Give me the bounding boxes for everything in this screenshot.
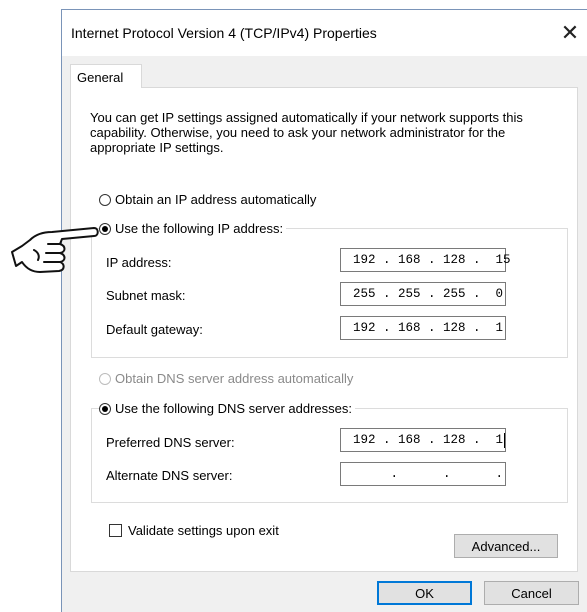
radio-disabled-icon — [99, 372, 111, 385]
use-following-ip-radio[interactable]: Use the following IP address: — [99, 221, 287, 236]
preferred-dns-label: Preferred DNS server: — [106, 435, 235, 450]
general-tab-panel: You can get IP settings assigned automat… — [70, 87, 578, 572]
preferred-dns-input[interactable]: 192 . 168 . 128 . 1 — [340, 428, 506, 452]
advanced-button[interactable]: Advanced... — [454, 534, 558, 558]
alternate-dns-label: Alternate DNS server: — [106, 468, 233, 483]
tab-general[interactable]: General — [70, 64, 142, 88]
obtain-ip-auto-radio[interactable]: Obtain an IP address automatically — [99, 192, 320, 207]
dialog-title: Internet Protocol Version 4 (TCP/IPv4) P… — [71, 25, 377, 41]
obtain-dns-auto-label: Obtain DNS server address automatically — [115, 371, 354, 386]
ip-address-label: IP address: — [106, 255, 172, 270]
default-gateway-label: Default gateway: — [106, 322, 203, 337]
use-following-dns-label: Use the following DNS server addresses: — [115, 401, 352, 416]
text-cursor — [504, 432, 505, 448]
radio-selected-icon — [99, 402, 111, 415]
dns-server-group — [91, 408, 568, 503]
validate-checkbox[interactable] — [109, 524, 122, 537]
validate-label[interactable]: Validate settings upon exit — [128, 523, 279, 538]
cancel-button[interactable]: Cancel — [484, 581, 579, 605]
pointing-hand-icon — [11, 227, 99, 273]
description-text: You can get IP settings assigned automat… — [90, 110, 523, 155]
close-icon: ✕ — [560, 20, 580, 45]
subnet-mask-label: Subnet mask: — [106, 288, 186, 303]
subnet-mask-input[interactable]: 255 . 255 . 255 . 0 — [340, 282, 506, 306]
default-gateway-input[interactable]: 192 . 168 . 128 . 1 — [340, 316, 506, 340]
obtain-ip-auto-label: Obtain an IP address automatically — [115, 192, 317, 207]
ipv4-properties-dialog: Internet Protocol Version 4 (TCP/IPv4) P… — [61, 9, 587, 612]
title-bar[interactable]: Internet Protocol Version 4 (TCP/IPv4) P… — [62, 10, 587, 56]
use-following-ip-label: Use the following IP address: — [115, 221, 284, 236]
radio-selected-icon — [99, 222, 111, 235]
preferred-dns-value: 192 . 168 . 128 . 1 — [353, 433, 504, 447]
use-following-dns-radio[interactable]: Use the following DNS server addresses: — [99, 401, 355, 416]
obtain-dns-auto-radio[interactable]: Obtain DNS server address automatically — [99, 371, 357, 386]
ok-button[interactable]: OK — [377, 581, 472, 605]
alternate-dns-input[interactable]: . . . — [340, 462, 506, 486]
radio-unselected-icon — [99, 193, 111, 206]
ip-address-input[interactable]: 192 . 168 . 128 . 15 — [340, 248, 511, 272]
close-button[interactable]: ✕ — [553, 16, 587, 50]
